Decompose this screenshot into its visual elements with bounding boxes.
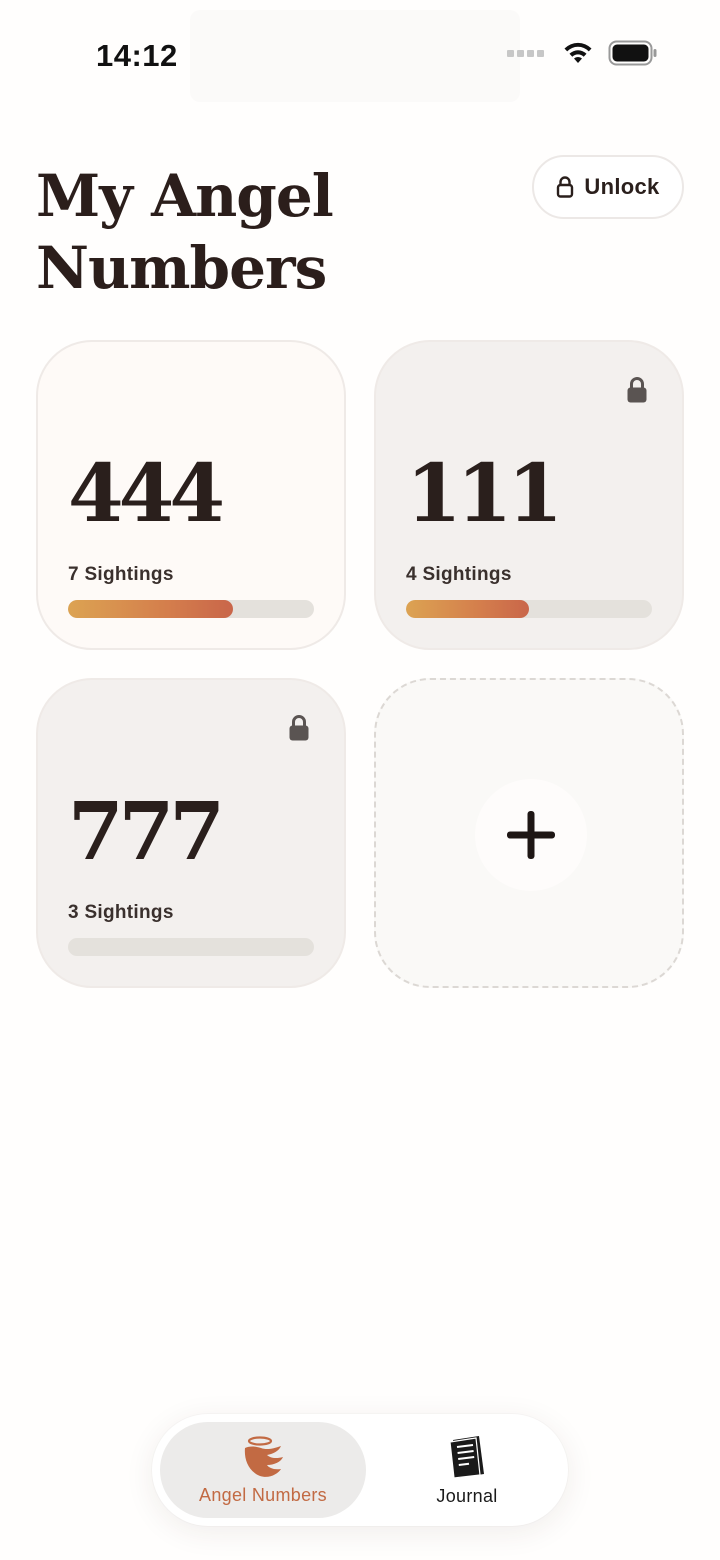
page-title-line1: My Angel xyxy=(36,162,334,230)
sightings-progress-fill xyxy=(68,600,233,618)
page-title-line2: Numbers xyxy=(36,234,327,302)
unlock-button[interactable]: Unlock xyxy=(532,155,684,219)
card-sightings: 7 Sightings xyxy=(68,564,174,585)
lock-outline-icon xyxy=(557,176,574,198)
tab-angel-numbers[interactable]: Angel Numbers xyxy=(160,1422,366,1518)
card-sightings: 4 Sightings xyxy=(406,564,512,585)
sightings-progress-bar xyxy=(68,938,314,956)
wifi-icon xyxy=(564,42,592,63)
plus-icon xyxy=(507,811,555,859)
cellular-signal-icon xyxy=(507,49,544,57)
card-number: 111 xyxy=(406,446,563,540)
add-angel-number-button[interactable] xyxy=(374,678,684,988)
sightings-progress-bar xyxy=(68,600,314,618)
status-time: 14:12 xyxy=(96,38,178,73)
angel-number-card-777[interactable]: 777 3 Sightings xyxy=(36,678,346,988)
battery-icon xyxy=(608,40,657,66)
angel-number-card-111[interactable]: 111 4 Sightings xyxy=(374,340,684,650)
card-number: 444 xyxy=(68,446,225,540)
sightings-progress-bar xyxy=(406,600,652,618)
status-icons xyxy=(507,40,658,66)
angel-wing-icon xyxy=(244,1435,283,1477)
lock-icon xyxy=(627,377,647,403)
tab-label: Angel Numbers xyxy=(199,1484,327,1505)
tab-label: Journal xyxy=(436,1485,498,1506)
card-number: 777 xyxy=(68,784,225,878)
angel-numbers-screen: 14:12 My Angel Numbers Unlock 444 7 Sigh… xyxy=(0,0,720,1560)
unlock-label: Unlock xyxy=(584,174,660,199)
add-circle xyxy=(475,779,587,891)
tab-bar: Angel Numbers Journal xyxy=(152,1414,568,1526)
tab-journal[interactable]: Journal xyxy=(374,1422,560,1518)
card-sightings: 3 Sightings xyxy=(68,902,174,923)
dynamic-island xyxy=(190,10,520,102)
journal-icon xyxy=(449,1435,484,1479)
lock-icon xyxy=(289,715,309,741)
angel-number-card-444[interactable]: 444 7 Sightings xyxy=(36,340,346,650)
page-title: My Angel Numbers xyxy=(36,160,456,304)
sightings-progress-fill xyxy=(406,600,529,618)
